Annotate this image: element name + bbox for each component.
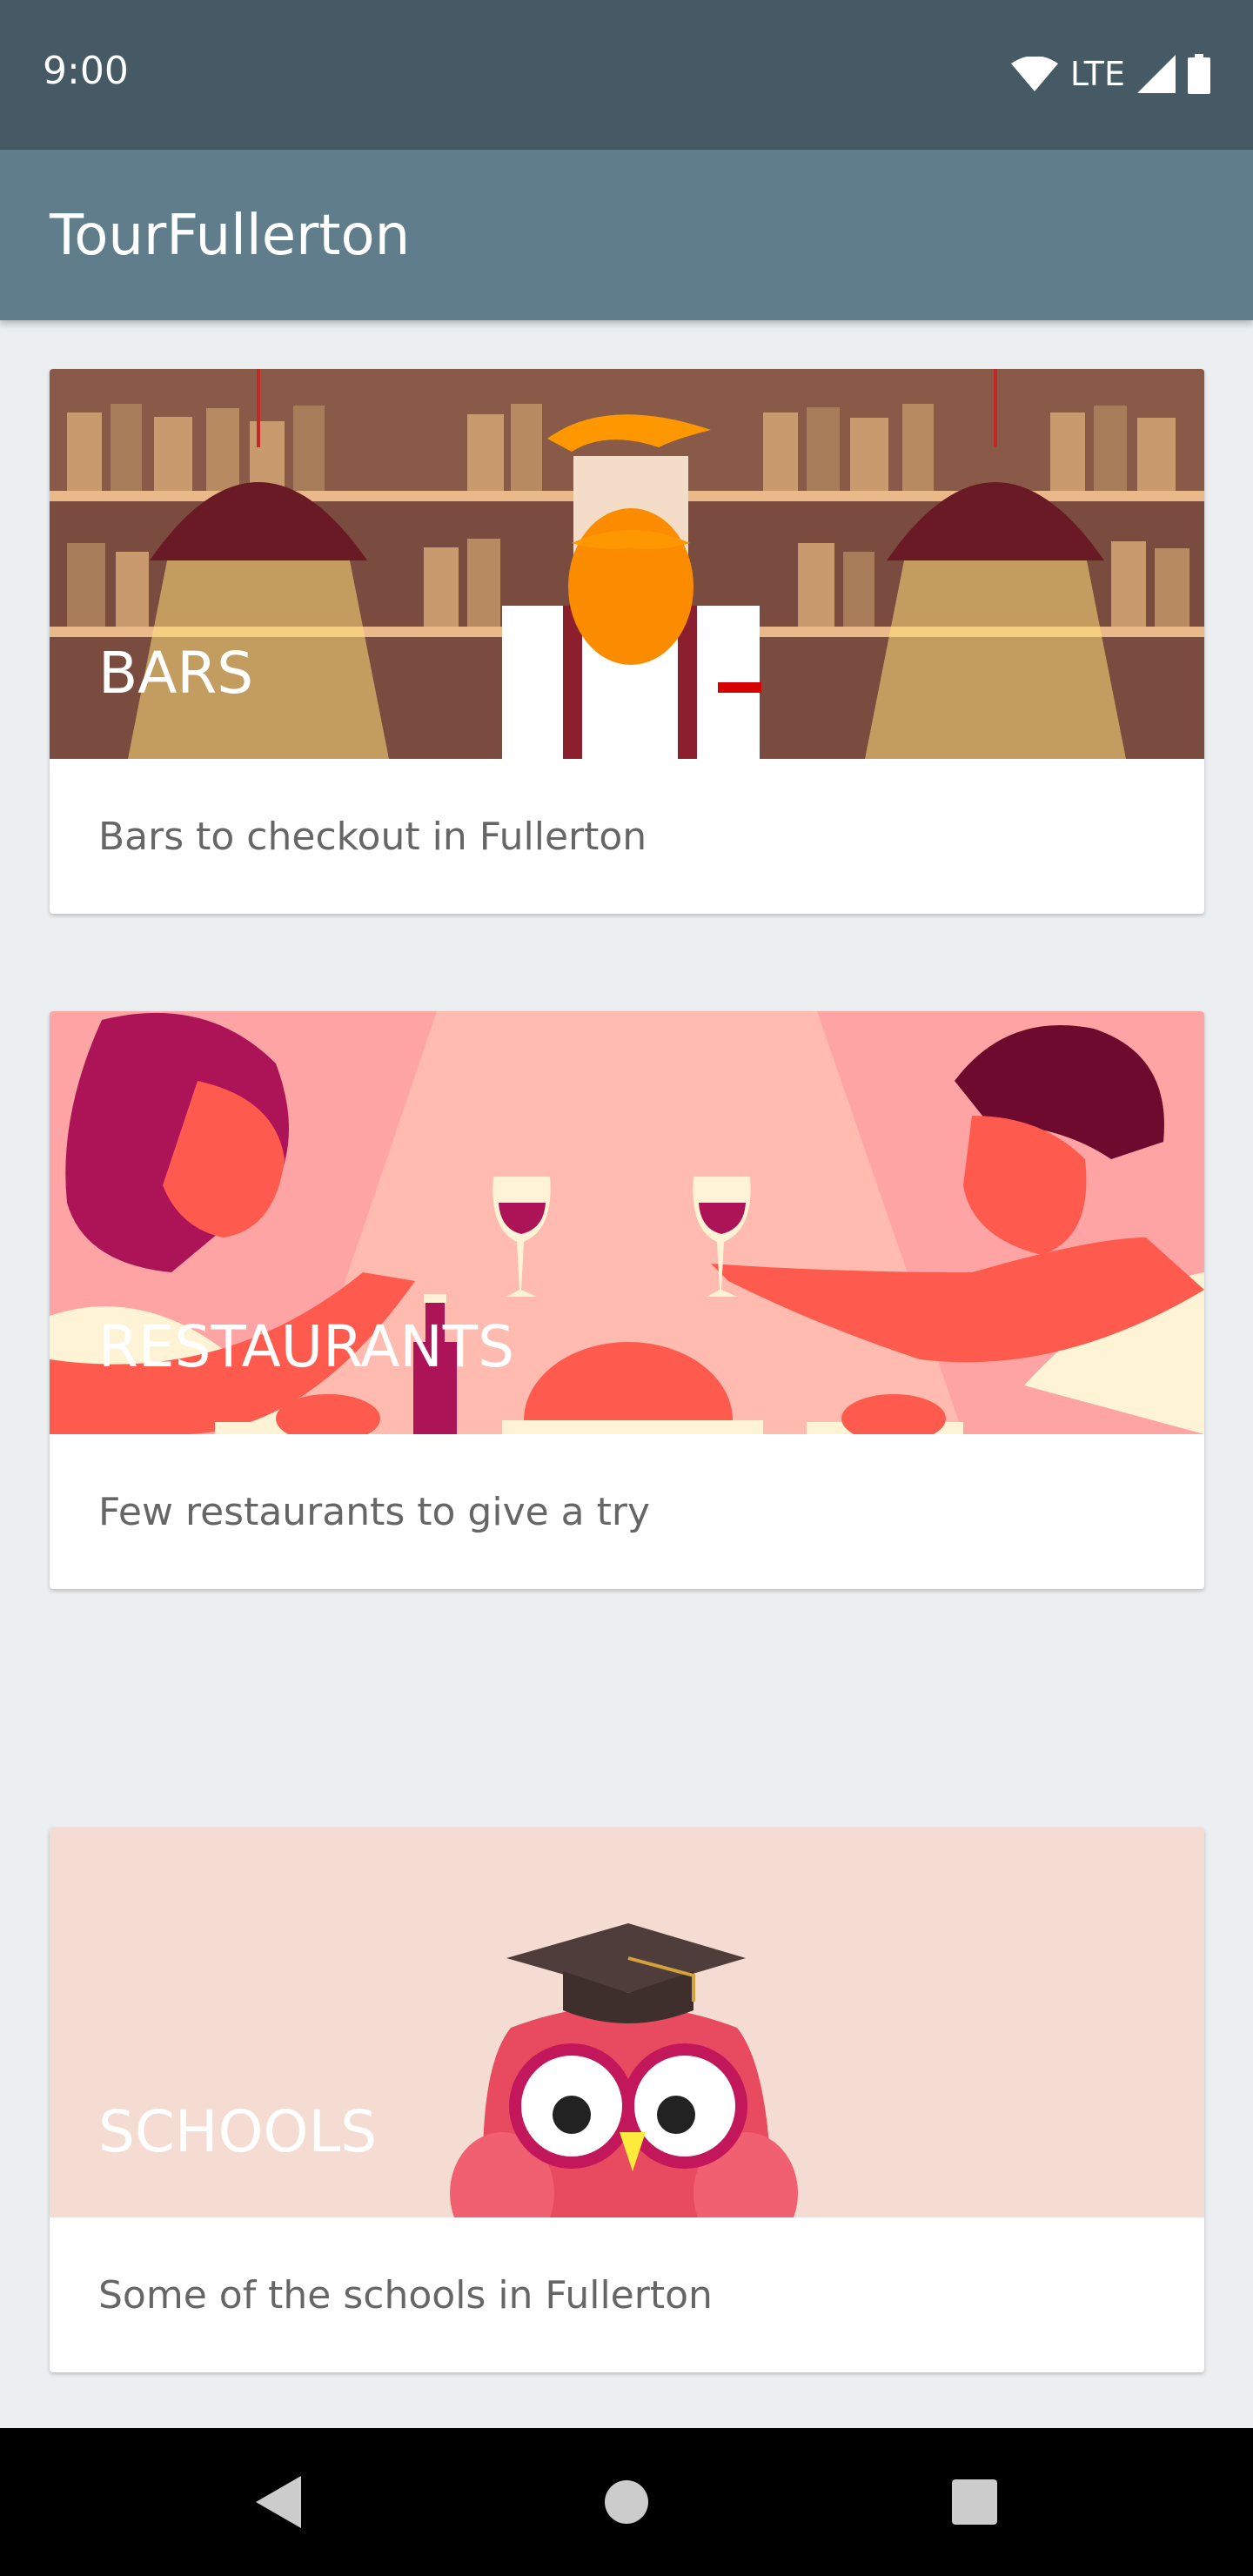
recents-button[interactable] bbox=[905, 2428, 1044, 2576]
status-time: 9:00 bbox=[43, 49, 129, 93]
home-icon bbox=[605, 2480, 648, 2524]
card-title: BARS bbox=[98, 640, 254, 707]
card-description: Few restaurants to give a try bbox=[98, 1489, 651, 1534]
cell-signal-icon bbox=[1137, 55, 1176, 93]
app-title: TourFullerton bbox=[50, 204, 411, 268]
back-button[interactable] bbox=[209, 2428, 348, 2576]
network-type-label: LTE bbox=[1069, 55, 1125, 93]
card-bars[interactable]: BARS Bars to checkout in Fullerton bbox=[50, 369, 1204, 914]
card-title: SCHOOLS bbox=[98, 2098, 378, 2165]
battery-icon bbox=[1188, 54, 1210, 94]
dinner-illustration: RESTAURANTS bbox=[50, 1011, 1204, 1434]
app-bar: TourFullerton bbox=[0, 150, 1253, 320]
status-icons: LTE bbox=[1010, 50, 1210, 97]
home-button[interactable] bbox=[557, 2428, 696, 2576]
card-description: Bars to checkout in Fullerton bbox=[98, 814, 647, 859]
card-restaurants[interactable]: RESTAURANTS Few restaurants to give a tr… bbox=[50, 1011, 1204, 1589]
card-title: RESTAURANTS bbox=[98, 1313, 515, 1380]
card-description: Some of the schools in Fullerton bbox=[98, 2272, 713, 2318]
back-icon bbox=[256, 2476, 301, 2528]
wifi-icon bbox=[1010, 57, 1058, 91]
navigation-bar bbox=[0, 2428, 1253, 2576]
owl-graduate-illustration: SCHOOLS bbox=[50, 1828, 1204, 2217]
status-bar: 9:00 LTE bbox=[0, 0, 1253, 150]
bartender-illustration: BARS bbox=[50, 369, 1204, 759]
card-schools[interactable]: SCHOOLS Some of the schools in Fullerton bbox=[50, 1828, 1204, 2372]
recents-icon bbox=[952, 2479, 997, 2525]
